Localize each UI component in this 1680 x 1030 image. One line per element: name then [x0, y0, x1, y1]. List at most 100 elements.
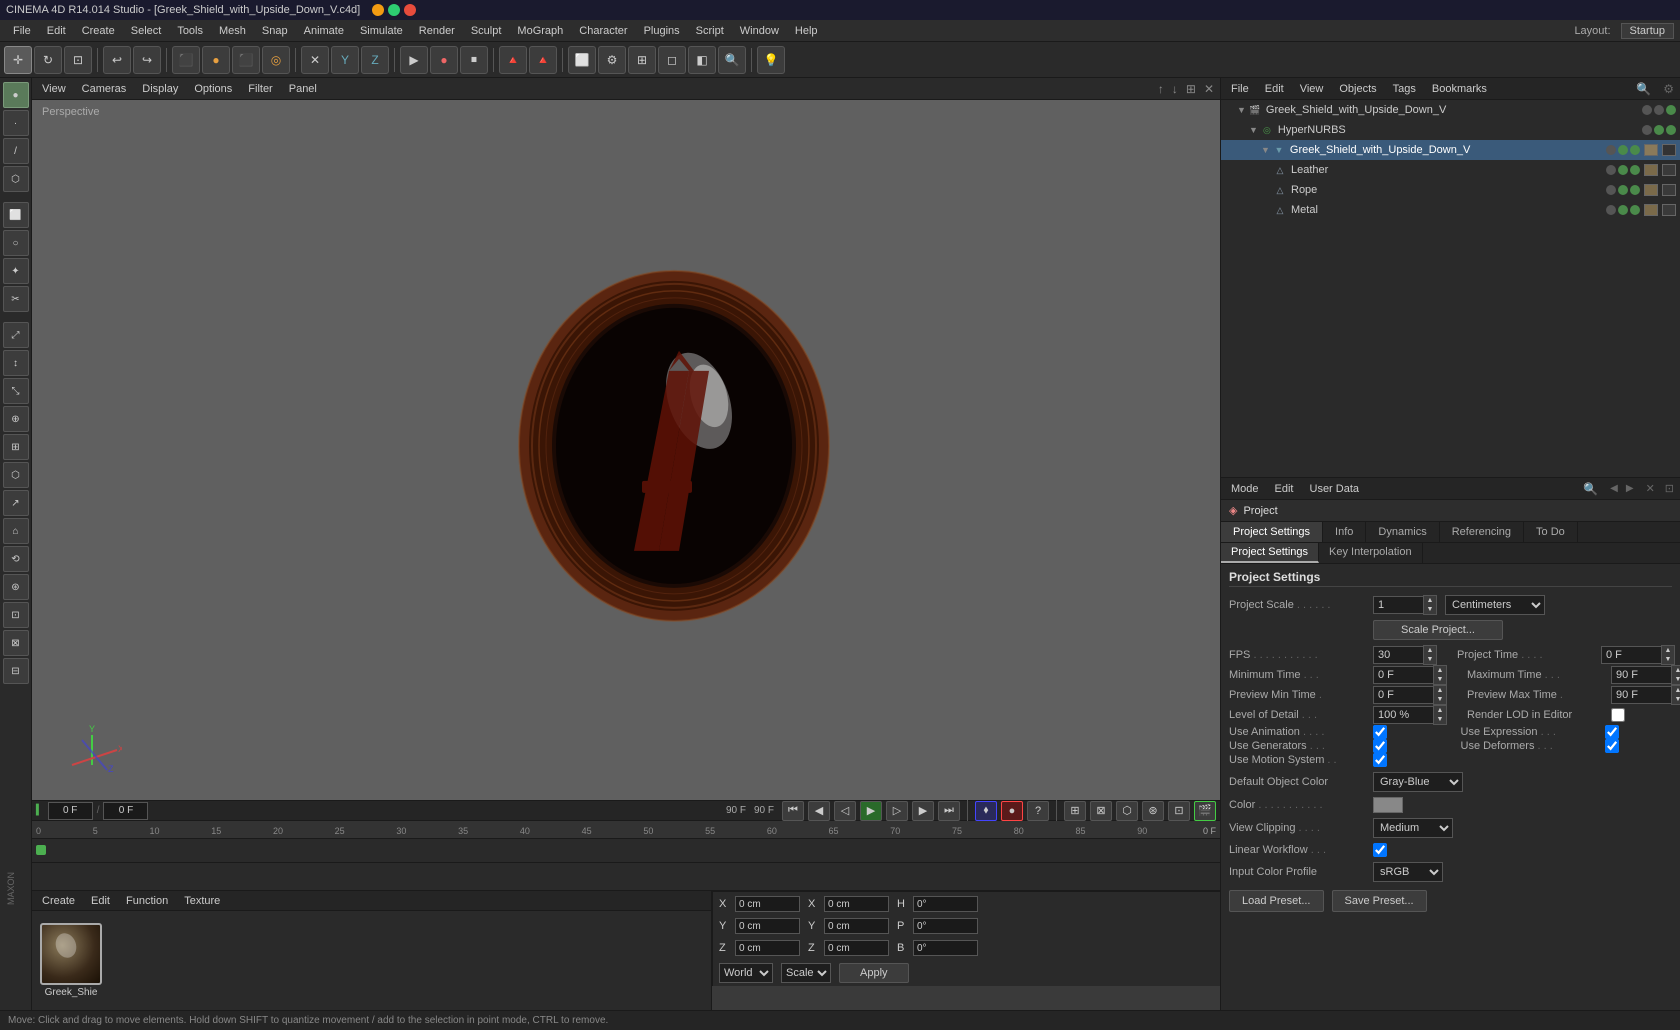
- vp-menu-filter[interactable]: Filter: [244, 81, 276, 97]
- menu-file[interactable]: File: [6, 23, 38, 39]
- objmgr-menu-view[interactable]: View: [1296, 81, 1328, 97]
- obj-vis-r-1[interactable]: [1606, 185, 1616, 195]
- menu-edit[interactable]: Edit: [40, 23, 73, 39]
- attr-load-preset-btn[interactable]: Load Preset...: [1229, 890, 1324, 912]
- obj-row-leather[interactable]: △ Leather: [1221, 160, 1680, 180]
- sidebar-tool-8[interactable]: ⌂: [3, 518, 29, 544]
- attr-mint-up[interactable]: ▲: [1434, 666, 1446, 675]
- sidebar-tool-13[interactable]: ⊟: [3, 658, 29, 684]
- vp-menu-view[interactable]: View: [38, 81, 70, 97]
- anim-btn-1[interactable]: ▶: [400, 46, 428, 74]
- attr-tab-project-settings[interactable]: Project Settings: [1221, 522, 1323, 542]
- render-btn-2[interactable]: 🔺: [529, 46, 557, 74]
- anim-btn-3[interactable]: ⏹: [460, 46, 488, 74]
- transport-prev[interactable]: ◀: [808, 801, 830, 821]
- obj-vis-l-1[interactable]: [1606, 165, 1616, 175]
- attr-close-icon[interactable]: ✕: [1646, 482, 1655, 495]
- menu-select[interactable]: Select: [124, 23, 169, 39]
- coord-y2-input[interactable]: [824, 918, 889, 934]
- vp-menu-panel[interactable]: Panel: [285, 81, 321, 97]
- mode-move-btn[interactable]: ✛: [4, 46, 32, 74]
- torus-btn[interactable]: ◎: [262, 46, 290, 74]
- attr-fps-input[interactable]: [1373, 646, 1423, 664]
- mode-scale-btn[interactable]: ⊡: [64, 46, 92, 74]
- coord-apply-btn[interactable]: Apply: [839, 963, 909, 983]
- obj-vis-hn-1[interactable]: [1642, 125, 1652, 135]
- view-mode-4[interactable]: ◻: [658, 46, 686, 74]
- tl-help-btn[interactable]: ?: [1027, 801, 1049, 821]
- render-btn-1[interactable]: 🔺: [499, 46, 527, 74]
- obj-expand-root[interactable]: ▼: [1237, 105, 1246, 115]
- obj-vis-m-1[interactable]: [1606, 205, 1616, 215]
- attr-prevmin-down[interactable]: ▼: [1434, 695, 1446, 704]
- sidebar-tool-3[interactable]: ⤡: [3, 378, 29, 404]
- obj-row-rope[interactable]: △ Rope: [1221, 180, 1680, 200]
- obj-tool-2[interactable]: Y: [331, 46, 359, 74]
- undo-btn[interactable]: ↩: [103, 46, 131, 74]
- attr-maximize-icon[interactable]: ⊡: [1665, 482, 1674, 495]
- attr-tab-todo[interactable]: To Do: [1524, 522, 1578, 542]
- obj-vis-hn-2[interactable]: [1654, 125, 1664, 135]
- view-mode-3[interactable]: ⊞: [628, 46, 656, 74]
- menu-sculpt[interactable]: Sculpt: [464, 23, 509, 39]
- transport-start[interactable]: ⏮: [782, 801, 804, 821]
- obj-row-hypernurbs[interactable]: ▼ ◎ HyperNURBS: [1221, 120, 1680, 140]
- material-item-1[interactable]: Greek_Shie: [40, 923, 102, 998]
- attr-linear-wf-check[interactable]: [1373, 843, 1387, 857]
- transport-prev-key[interactable]: ◁: [834, 801, 856, 821]
- attr-search-icon[interactable]: 🔍: [1583, 482, 1598, 496]
- close-btn[interactable]: [404, 4, 416, 16]
- attr-menu-userdata[interactable]: User Data: [1306, 481, 1364, 497]
- obj-vis-l-3[interactable]: [1630, 165, 1640, 175]
- objmgr-menu-file[interactable]: File: [1227, 81, 1253, 97]
- obj-row-metal[interactable]: △ Metal: [1221, 200, 1680, 220]
- attr-def-color-select[interactable]: Gray-Blue Red Blue: [1373, 772, 1463, 792]
- vp-icon-4[interactable]: ✕: [1204, 82, 1214, 96]
- objmgr-menu-edit[interactable]: Edit: [1261, 81, 1288, 97]
- attr-mint-down[interactable]: ▼: [1434, 675, 1446, 684]
- mat-menu-edit[interactable]: Edit: [87, 893, 114, 909]
- tl-lock-btn[interactable]: ⊞: [1064, 801, 1086, 821]
- attr-subtab-key-interpolation[interactable]: Key Interpolation: [1319, 543, 1423, 563]
- menu-render[interactable]: Render: [412, 23, 462, 39]
- sidebar-poly-mode[interactable]: ⬡: [3, 166, 29, 192]
- coord-scale-select[interactable]: Scale: [781, 963, 831, 983]
- mode-rotate-btn[interactable]: ↻: [34, 46, 62, 74]
- tl-mode-btn[interactable]: ⊛: [1142, 801, 1164, 821]
- tl-key-btn[interactable]: ⬡: [1116, 801, 1138, 821]
- mat-menu-texture[interactable]: Texture: [180, 893, 224, 909]
- transport-play[interactable]: ▶: [860, 801, 882, 821]
- light-btn[interactable]: 💡: [757, 46, 785, 74]
- coord-p-input[interactable]: [913, 918, 978, 934]
- tl-record-btn[interactable]: ●: [1001, 801, 1023, 821]
- coord-b-input[interactable]: [913, 940, 978, 956]
- sidebar-tool-10[interactable]: ⊛: [3, 574, 29, 600]
- attr-lod-input[interactable]: [1373, 706, 1433, 724]
- attr-use-expr-check[interactable]: [1605, 725, 1619, 739]
- sidebar-tool-6[interactable]: ⬡: [3, 462, 29, 488]
- vp-icon-2[interactable]: ↓: [1172, 82, 1178, 96]
- attr-tab-referencing[interactable]: Referencing: [1440, 522, 1524, 542]
- attr-scale-unit-select[interactable]: Centimeters Meters Inches Feet: [1445, 595, 1545, 615]
- obj-tool-3[interactable]: Z: [361, 46, 389, 74]
- attr-use-anim-check[interactable]: [1373, 725, 1387, 739]
- coord-z-input[interactable]: [735, 940, 800, 956]
- cube-btn[interactable]: ⬛: [172, 46, 200, 74]
- layout-selector[interactable]: Startup: [1621, 23, 1674, 39]
- maximize-btn[interactable]: [388, 4, 400, 16]
- transport-next[interactable]: ▶: [912, 801, 934, 821]
- coord-space-select[interactable]: World Object: [719, 963, 773, 983]
- attr-preview-max-input[interactable]: [1611, 686, 1671, 704]
- objmgr-menu-bookmarks[interactable]: Bookmarks: [1428, 81, 1491, 97]
- attr-prevmin-up[interactable]: ▲: [1434, 686, 1446, 695]
- obj-expand-group[interactable]: ▼: [1261, 145, 1270, 155]
- coord-h-input[interactable]: [913, 896, 978, 912]
- attr-preview-min-input[interactable]: [1373, 686, 1433, 704]
- attr-min-time-input[interactable]: [1373, 666, 1433, 684]
- vp-icon-3[interactable]: ⊞: [1186, 82, 1196, 96]
- tl-vis-btn[interactable]: ⊡: [1168, 801, 1190, 821]
- attr-scale-input[interactable]: [1373, 596, 1423, 614]
- transport-end[interactable]: ⏭: [938, 801, 960, 821]
- attr-use-def-check[interactable]: [1605, 739, 1619, 753]
- menu-create[interactable]: Create: [75, 23, 122, 39]
